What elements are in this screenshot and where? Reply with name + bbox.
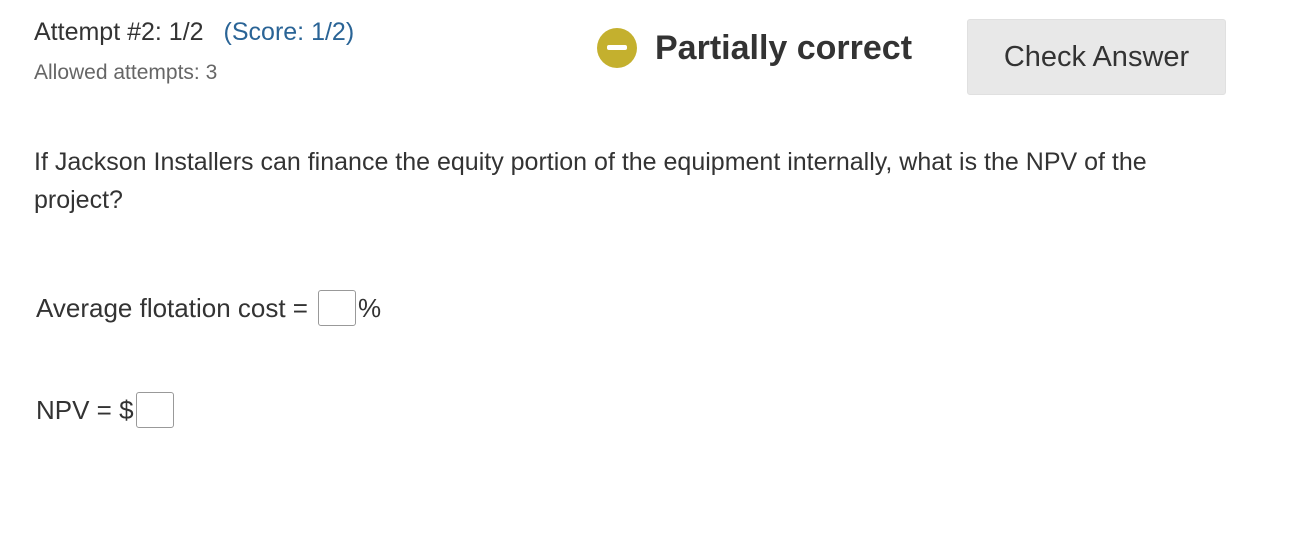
flotation-cost-label: Average flotation cost = <box>36 292 308 323</box>
flotation-cost-input[interactable] <box>317 290 356 326</box>
minus-circle-icon <box>597 28 637 68</box>
npv-row: NPV = $ <box>36 392 176 428</box>
npv-label: NPV = $ <box>36 394 134 425</box>
npv-input[interactable] <box>135 392 174 428</box>
status-text: Partially correct <box>655 28 913 67</box>
check-answer-button[interactable]: Check Answer <box>967 19 1226 95</box>
attempt-info: Attempt #2: 1/2 (Score: 1/2) <box>34 18 354 47</box>
percent-unit: % <box>357 292 382 323</box>
score-label: (Score: 1/2) <box>223 18 355 46</box>
attempt-label: Attempt #2: 1/2 <box>34 18 204 46</box>
question-text: If Jackson Installers can finance the eq… <box>34 148 1147 214</box>
allowed-attempts: Allowed attempts: 3 <box>34 61 218 84</box>
flotation-cost-row: Average flotation cost = % <box>36 290 381 326</box>
status-indicator: Partially correct <box>597 28 912 68</box>
